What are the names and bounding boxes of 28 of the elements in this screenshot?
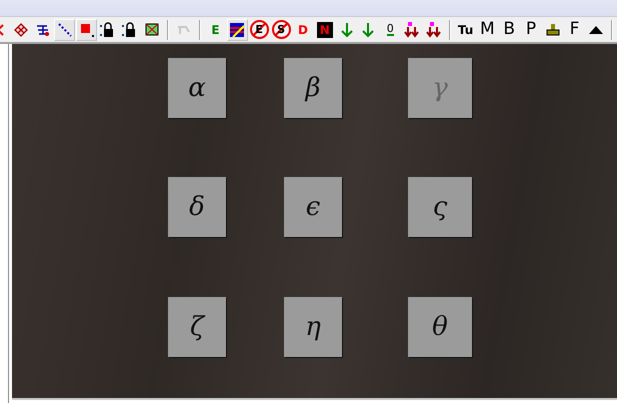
frame-icon (144, 22, 160, 38)
letter-tile: β (284, 58, 342, 118)
letter-tile: ζ (168, 297, 226, 357)
diamond-grid-icon (13, 22, 30, 38)
letter-tile: η (284, 297, 342, 357)
toolbar-button[interactable]: M (476, 18, 498, 40)
toolbar-button[interactable]: Tu (455, 18, 476, 40)
double-arrow-icon (426, 22, 442, 38)
toolbar-button[interactable]: P (520, 18, 542, 40)
down-arrow-icon (360, 22, 376, 38)
square-icon (78, 22, 95, 38)
toolbar-button[interactable]: E (205, 18, 226, 40)
letter-tile: ϵ (284, 177, 342, 237)
toolbar-button[interactable] (226, 18, 248, 40)
letter-tile: δ (168, 177, 226, 237)
letter-tile: ς (408, 177, 472, 237)
down-arrow-icon (338, 22, 355, 38)
letter-tile: θ (408, 297, 472, 357)
grid-icon (229, 22, 246, 38)
dotted-line-icon (56, 22, 73, 38)
stamp-icon (544, 22, 561, 38)
toolbar-button[interactable]: 0 (380, 18, 401, 40)
toolbar-button[interactable] (54, 18, 76, 40)
toolbar-button[interactable]: B (498, 18, 520, 40)
double-arrow-icon (404, 22, 420, 38)
letter-tile: α (168, 58, 226, 118)
toolbar-button[interactable]: F (564, 18, 585, 40)
toolbar-button[interactable]: D (292, 18, 314, 40)
